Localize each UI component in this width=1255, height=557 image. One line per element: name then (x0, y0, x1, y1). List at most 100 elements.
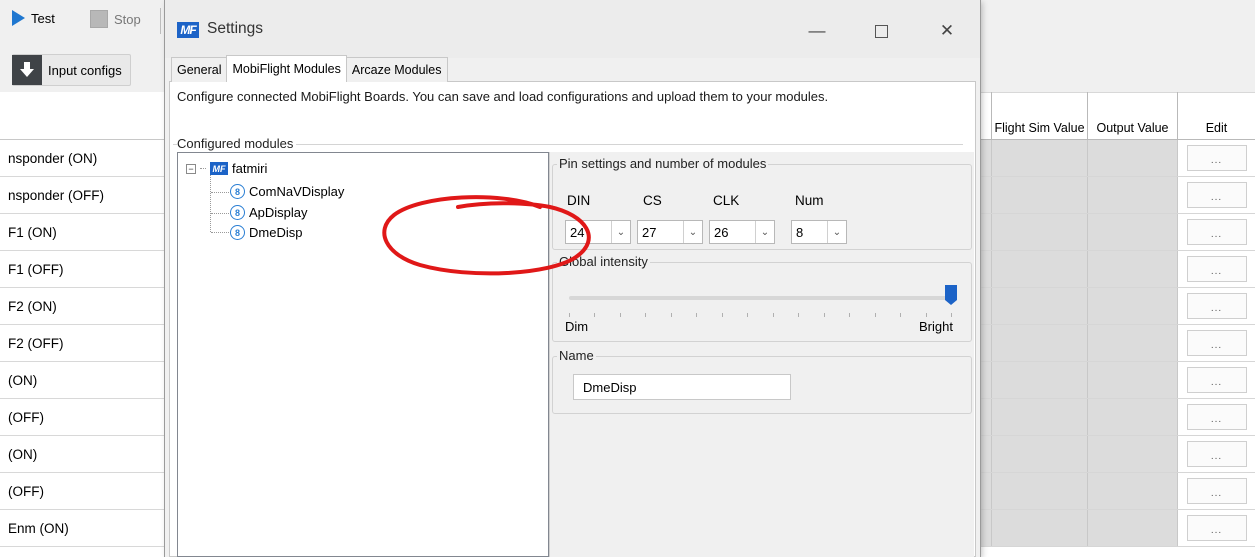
grid-rows: ................................. (980, 140, 1255, 547)
tree-node-board[interactable]: − MF fatmiri (186, 161, 267, 176)
download-arrow-icon (12, 54, 42, 85)
config-row[interactable]: F2 (ON) (0, 288, 165, 325)
config-row[interactable]: nsponder (ON) (0, 140, 165, 177)
table-row: ... (980, 214, 1255, 251)
edit-button[interactable]: ... (1186, 367, 1247, 393)
config-row[interactable]: nsponder (OFF) (0, 177, 165, 214)
edit-button[interactable]: ... (1186, 515, 1247, 541)
slider-tick (824, 313, 825, 317)
tree-node-module[interactable]: 8 ApDisplay (230, 205, 308, 220)
edit-cell: ... (1178, 362, 1255, 398)
config-list: nsponder (ON) nsponder (OFF) F1 (ON) F1 (OF… (0, 140, 165, 547)
config-row[interactable]: (OFF) (0, 399, 165, 436)
column-header-flight-sim-value[interactable]: Flight Sim Value (992, 92, 1088, 139)
slider-tick (722, 313, 723, 317)
table-cell (992, 362, 1088, 398)
tree-node-module-selected[interactable]: 8 DmeDisp (230, 225, 302, 240)
module-name-value: DmeDisp (583, 379, 637, 395)
slider-tick (773, 313, 774, 317)
table-cell (1088, 251, 1178, 287)
config-list-header (0, 92, 165, 140)
input-configs-button[interactable]: Input configs (12, 54, 131, 86)
collapse-icon[interactable]: − (186, 163, 196, 174)
tab-general[interactable]: General (171, 57, 228, 82)
column-header-edit[interactable]: Edit (1178, 92, 1255, 139)
edit-button[interactable]: ... (1186, 441, 1247, 467)
din-select[interactable]: 24 ⌄ (565, 220, 631, 244)
pin-settings-title: Pin settings and number of modules (557, 156, 769, 171)
play-icon (12, 10, 25, 26)
intensity-slider-thumb[interactable] (944, 284, 958, 306)
edit-button[interactable]: ... (1186, 219, 1247, 245)
intensity-max-label: Bright (919, 319, 953, 334)
edit-button[interactable]: ... (1186, 145, 1247, 171)
cs-value: 27 (642, 224, 657, 240)
maximize-button[interactable] (861, 18, 901, 44)
close-button[interactable]: ✕ (927, 18, 967, 44)
intensity-min-label: Dim (565, 319, 589, 334)
module-properties-panel: Pin settings and number of modules DIN C… (549, 152, 974, 557)
led-module-icon: 8 (230, 205, 245, 220)
table-row: ... (980, 288, 1255, 325)
slider-tick (849, 313, 850, 317)
edit-button[interactable]: ... (1186, 404, 1247, 430)
table-cell (1088, 399, 1178, 435)
modules-tree[interactable]: − MF fatmiri 8 ComNaVDisplay 8 ApDisplay… (177, 152, 549, 557)
table-cell (992, 251, 1088, 287)
din-value: 24 (570, 224, 585, 240)
led-module-icon: 8 (230, 225, 245, 240)
chevron-down-icon: ⌄ (683, 221, 702, 243)
edit-button[interactable]: ... (1186, 330, 1247, 356)
minimize-icon: — (808, 21, 826, 40)
slider-tick (747, 313, 748, 317)
config-row[interactable]: (ON) (0, 436, 165, 473)
dialog-titlebar[interactable] (165, 0, 980, 58)
config-row[interactable]: F1 (OFF) (0, 251, 165, 288)
tab-mobiflight-modules[interactable]: MobiFlight Modules (226, 55, 347, 82)
table-row: ... (980, 362, 1255, 399)
table-cell (992, 436, 1088, 472)
table-cell (1088, 436, 1178, 472)
tree-node-module[interactable]: 8 ComNaVDisplay (230, 184, 344, 199)
intensity-slider-track[interactable] (569, 296, 951, 300)
edit-cell: ... (1178, 288, 1255, 324)
table-row: ... (980, 510, 1255, 547)
config-row[interactable]: F2 (OFF) (0, 325, 165, 362)
stop-icon (90, 10, 108, 28)
pin-settings-group: Pin settings and number of modules DIN C… (552, 156, 972, 250)
slider-tick (671, 313, 672, 317)
toolbar-separator (160, 8, 161, 34)
tree-connector (211, 232, 229, 233)
edit-button[interactable]: ... (1186, 256, 1247, 282)
stop-button[interactable]: Stop (90, 10, 141, 28)
test-button[interactable]: Test (12, 10, 55, 26)
table-row: ... (980, 436, 1255, 473)
edit-button[interactable]: ... (1186, 182, 1247, 208)
table-cell (980, 510, 992, 546)
config-row[interactable]: (ON) (0, 362, 165, 399)
clk-select[interactable]: 26 ⌄ (709, 220, 775, 244)
cs-select[interactable]: 27 ⌄ (637, 220, 703, 244)
module-name-input[interactable]: DmeDisp (573, 374, 791, 400)
mobiflight-logo-icon: MF (177, 22, 199, 38)
table-cell (992, 214, 1088, 250)
table-cell (980, 140, 992, 176)
config-row[interactable]: (OFF) (0, 473, 165, 510)
configured-modules-label: Configured modules (177, 136, 297, 151)
column-header-output-value[interactable]: Output Value (1088, 92, 1178, 139)
edit-button[interactable]: ... (1186, 293, 1247, 319)
edit-button[interactable]: ... (1186, 478, 1247, 504)
tree-connector (200, 168, 206, 169)
table-cell (1088, 177, 1178, 213)
minimize-button[interactable]: — (797, 18, 837, 44)
config-row[interactable]: Enm (ON) (0, 510, 165, 547)
table-cell (1088, 214, 1178, 250)
input-configs-label: Input configs (48, 62, 122, 78)
chevron-down-icon: ⌄ (611, 221, 630, 243)
config-row[interactable]: F1 (ON) (0, 214, 165, 251)
tree-connector (210, 170, 211, 232)
num-select[interactable]: 8 ⌄ (791, 220, 847, 244)
tab-arcaze-modules[interactable]: Arcaze Modules (345, 57, 448, 82)
stop-label: Stop (114, 11, 141, 27)
close-icon: ✕ (939, 21, 955, 40)
